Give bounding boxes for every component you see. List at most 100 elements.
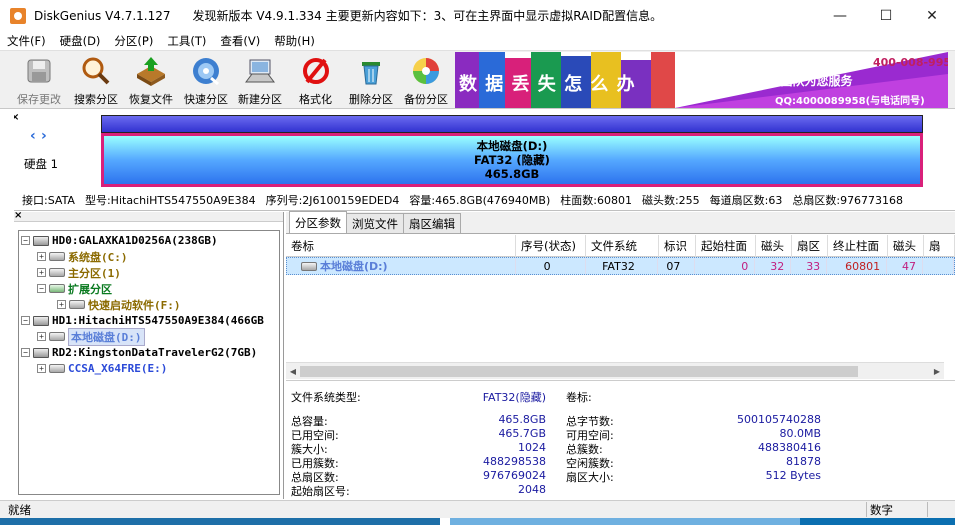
menu-help[interactable]: 帮助(H)	[267, 33, 322, 49]
col-seq[interactable]: 序号(状态)	[516, 235, 586, 257]
tree-node-d[interactable]: + 本地磁盘(D:)	[37, 327, 145, 346]
tree-node-e[interactable]: + CCSA_X64FRE(E:)	[37, 361, 167, 376]
tree-node-extended[interactable]: − 扩展分区	[37, 281, 112, 296]
partition-block[interactable]: 本地磁盘(D:) FAT32 (隐藏) 465.8GB	[101, 133, 923, 187]
col-id[interactable]: 标识	[659, 235, 696, 257]
horizontal-scrollbar[interactable]: ◀ ▶	[286, 362, 944, 379]
status-bar: 就绪 数字	[0, 500, 955, 518]
hard-disk-icon	[33, 315, 49, 326]
tree-node-primary[interactable]: + 主分区(1)	[37, 265, 121, 280]
disk-capacity: 容量:465.8GB(476940MB)	[409, 193, 551, 207]
row-volume: 本地磁盘(D:)	[320, 260, 388, 273]
collapse-icon[interactable]: −	[21, 316, 30, 325]
scroll-right-icon[interactable]: ▶	[930, 367, 944, 376]
col-sector[interactable]: 扇区	[792, 235, 828, 257]
format-button[interactable]: 格式化	[299, 55, 332, 107]
minimize-button[interactable]: —	[817, 0, 863, 31]
col-volume[interactable]: 卷标	[286, 235, 516, 257]
partition-icon	[49, 332, 65, 341]
menu-bar: 文件(F) 硬盘(D) 分区(P) 工具(T) 查看(V) 帮助(H)	[0, 31, 955, 51]
tree-node-c[interactable]: + 系统盘(C:)	[37, 249, 128, 264]
status-text: 就绪	[8, 502, 31, 517]
maximize-button[interactable]: ☐	[863, 0, 909, 31]
tab-bar: 分区参数 浏览文件 扇区编辑	[286, 211, 955, 234]
cluster-size-value: 1024	[518, 441, 546, 454]
fs-details: 文件系统类型: FAT32(隐藏) 卷标: 总容量: 465.8GB 已用空间:…	[286, 380, 955, 500]
update-notice[interactable]: 发现新版本 V4.9.1.334 主要更新内容如下：3、可在主界面中显示虚拟RA…	[193, 7, 663, 24]
total-capacity-value: 465.8GB	[498, 413, 546, 426]
volume-label-label: 卷标:	[566, 391, 592, 404]
col-end-sector[interactable]: 扇	[924, 235, 955, 257]
expand-icon[interactable]: +	[37, 252, 46, 261]
partition-icon	[49, 268, 65, 277]
backup-partition-button[interactable]: 备份分区	[404, 55, 448, 107]
delete-partition-button[interactable]: 删除分区	[349, 55, 393, 107]
delete-icon	[355, 55, 387, 87]
search-partition-button[interactable]: 搜索分区	[74, 55, 118, 107]
banner-headline: 数 据 丢 失 怎 么 办	[459, 74, 636, 95]
col-fs[interactable]: 文件系统	[586, 235, 659, 257]
col-end-head[interactable]: 磁头	[888, 235, 924, 257]
disk-heads: 磁头数:255	[641, 193, 700, 207]
banner-team-text: DiskGenius团队为您服务	[705, 74, 853, 88]
free-space-value: 80.0MB	[779, 427, 821, 440]
collapse-icon[interactable]: −	[37, 284, 46, 293]
menu-tools[interactable]: 工具(T)	[160, 33, 213, 49]
free-clusters-value: 81878	[786, 455, 821, 468]
scroll-thumb[interactable]	[300, 366, 858, 377]
advertisement-banner[interactable]: 数 据 丢 失 怎 么 办 DiskGenius团队为您服务 400-008-9…	[455, 52, 948, 108]
table-header: 卷标 序号(状态) 文件系统 标识 起始柱面 磁头 扇区 终止柱面 磁头 扇	[286, 235, 955, 257]
left-edge	[0, 110, 14, 500]
prev-disk-icon[interactable]: ‹	[30, 128, 36, 144]
disk-model: 型号:HitachiHTS547550A9E384	[84, 193, 256, 207]
collapse-icon[interactable]: −	[21, 348, 30, 357]
tab-partition-params[interactable]: 分区参数	[289, 211, 347, 233]
total-clusters-value: 488380416	[758, 441, 821, 454]
col-head[interactable]: 磁头	[756, 235, 792, 257]
numlock-indicator: 数字	[866, 502, 928, 517]
tree-node-hd1[interactable]: − HD1:HitachiHTS547550A9E384(466GB	[21, 313, 264, 328]
tree-view: − HD0:GALAXKA1D0256A(238GB) + 系统盘(C:) + …	[18, 230, 280, 495]
tree-header: ×	[14, 210, 283, 222]
row-end-head: 47	[887, 258, 924, 274]
expand-icon[interactable]: +	[57, 300, 66, 309]
expand-icon[interactable]: +	[37, 268, 46, 277]
save-button[interactable]: 保存更改	[17, 55, 61, 107]
tab-browse-files[interactable]: 浏览文件	[346, 213, 404, 233]
row-fs: FAT32	[586, 258, 659, 274]
quick-partition-icon	[190, 55, 222, 87]
expand-icon[interactable]: +	[37, 364, 46, 373]
partition-icon	[49, 284, 65, 293]
close-button[interactable]: ✕	[909, 0, 955, 31]
total-sectors-value: 976769024	[483, 469, 546, 482]
menu-disk[interactable]: 硬盘(D)	[53, 33, 108, 49]
new-partition-icon	[244, 55, 276, 87]
tab-sector-edit[interactable]: 扇区编辑	[403, 213, 461, 233]
scroll-left-icon[interactable]: ◀	[286, 367, 300, 376]
disk-tree-panel: × − HD0:GALAXKA1D0256A(238GB) + 系统盘(C:) …	[14, 210, 284, 499]
sector-size-label: 扇区大小:	[566, 471, 614, 484]
tree-node-f[interactable]: + 快速启动软件(F:)	[57, 297, 181, 312]
menu-file[interactable]: 文件(F)	[0, 33, 53, 49]
row-sector: 33	[791, 258, 828, 274]
close-tree-icon[interactable]: ×	[14, 210, 22, 221]
magnifier-icon	[80, 55, 112, 87]
col-start-cyl[interactable]: 起始柱面	[696, 235, 756, 257]
tree-node-hd0[interactable]: − HD0:GALAXKA1D0256A(238GB)	[21, 233, 218, 248]
collapse-icon[interactable]: −	[21, 236, 30, 245]
banner-qq: QQ:4000089958(与电话同号)	[775, 96, 925, 107]
menu-view[interactable]: 查看(V)	[213, 33, 267, 49]
partition-icon	[49, 364, 65, 373]
col-end-cyl[interactable]: 终止柱面	[828, 235, 888, 257]
desktop-background-strip	[0, 518, 955, 525]
recover-files-button[interactable]: 恢复文件	[129, 55, 173, 107]
row-start-cyl: 0	[695, 258, 756, 274]
next-disk-icon[interactable]: ›	[41, 128, 47, 144]
new-partition-button[interactable]: 新建分区	[238, 55, 282, 107]
quick-partition-button[interactable]: 快速分区	[184, 55, 228, 107]
tree-node-rd2[interactable]: − RD2:KingstonDataTravelerG2(7GB)	[21, 345, 257, 360]
table-row[interactable]: 本地磁盘(D:) 0 FAT32 07 0 32 33 60801 47	[286, 257, 955, 275]
usb-disk-icon	[33, 347, 49, 358]
menu-partition[interactable]: 分区(P)	[107, 33, 160, 49]
expand-icon[interactable]: +	[37, 332, 46, 341]
